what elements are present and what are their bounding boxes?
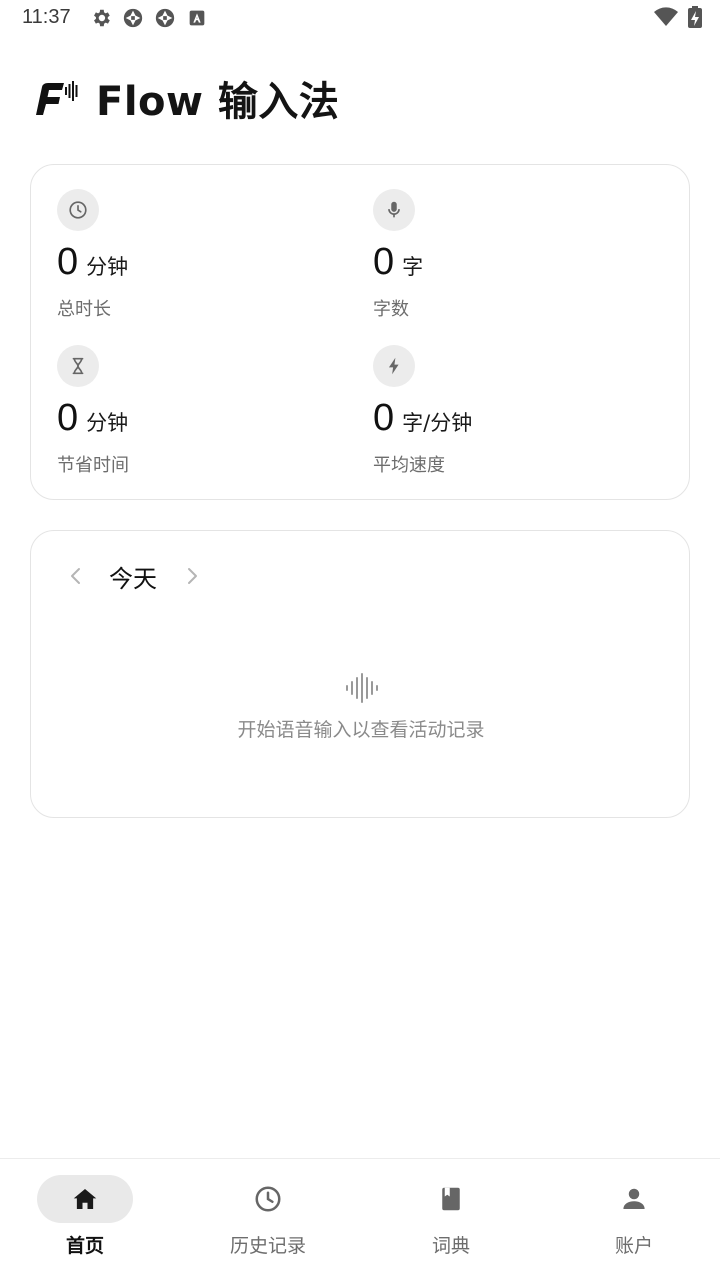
chevron-right-icon xyxy=(188,568,197,584)
empty-state-text: 开始语音输入以查看活动记录 xyxy=(237,719,485,741)
empty-state: 开始语音输入以查看活动记录 xyxy=(31,671,691,742)
nav-label: 历史记录 xyxy=(229,1235,306,1257)
app-header: Flow 输入法 xyxy=(30,70,339,126)
stat-value: 0 xyxy=(373,397,395,439)
nav-dictionary[interactable]: 词典 xyxy=(371,1175,531,1271)
previous-day-button[interactable] xyxy=(65,565,87,587)
gear-icon xyxy=(94,9,110,27)
stat-total-duration: 0 分钟 总时长 xyxy=(57,189,337,339)
waveform-icon xyxy=(346,673,378,703)
battery-charging-icon xyxy=(688,6,702,28)
date-navigator: 今天 xyxy=(65,559,203,593)
chevron-left-icon xyxy=(71,568,80,584)
stat-word-count: 0 字 字数 xyxy=(373,189,653,339)
nav-home[interactable]: 首页 xyxy=(5,1175,165,1271)
nav-label: 词典 xyxy=(431,1235,470,1257)
nav-label: 首页 xyxy=(65,1235,104,1257)
aperture-icon xyxy=(155,8,175,28)
stat-label: 节省时间 xyxy=(57,455,129,476)
nav-label: 账户 xyxy=(614,1235,653,1257)
date-label: 今天 xyxy=(109,564,157,593)
stat-label: 平均速度 xyxy=(373,455,445,476)
person-icon xyxy=(623,1188,645,1209)
home-icon xyxy=(73,1189,97,1209)
activity-card: 今天 开始语音输入以查看活动记录 xyxy=(30,530,690,818)
clock-icon xyxy=(255,1186,281,1212)
stat-unit: 分钟 xyxy=(86,255,129,279)
stat-unit: 分钟 xyxy=(86,411,129,435)
wifi-icon xyxy=(654,7,678,26)
nav-history[interactable]: 历史记录 xyxy=(188,1175,348,1271)
next-day-button[interactable] xyxy=(181,565,203,587)
stat-value: 0 xyxy=(373,241,395,283)
stat-value: 0 xyxy=(57,241,79,283)
stat-label: 总时长 xyxy=(57,299,111,320)
status-time: 11:37 xyxy=(22,6,71,28)
bottom-navigation: 首页 历史记录 词典 账户 xyxy=(0,1158,720,1280)
nav-account[interactable]: 账户 xyxy=(554,1175,714,1271)
stat-average-speed: 0 字/分钟 平均速度 xyxy=(373,345,653,495)
keyboard-a-icon xyxy=(189,10,205,26)
stat-label: 字数 xyxy=(373,299,409,320)
aperture-icon xyxy=(123,8,143,28)
flow-logo-icon xyxy=(36,81,78,115)
hourglass-icon xyxy=(57,345,99,387)
stat-value: 0 xyxy=(57,397,79,439)
status-system-icons xyxy=(654,6,702,28)
lightning-icon xyxy=(373,345,415,387)
stat-time-saved: 0 分钟 节省时间 xyxy=(57,345,337,495)
book-icon xyxy=(442,1187,460,1211)
clock-icon xyxy=(57,189,99,231)
stat-unit: 字/分钟 xyxy=(402,411,473,435)
microphone-icon xyxy=(373,189,415,231)
stats-card: 0 分钟 总时长 0 字 字数 0 分钟 节省时间 0 字/分钟 平均速度 xyxy=(30,164,690,500)
stat-unit: 字 xyxy=(402,255,424,279)
app-title: Flow 输入法 xyxy=(96,79,340,125)
status-bar: 11:37 xyxy=(0,0,720,36)
status-notification-icons xyxy=(90,7,208,29)
